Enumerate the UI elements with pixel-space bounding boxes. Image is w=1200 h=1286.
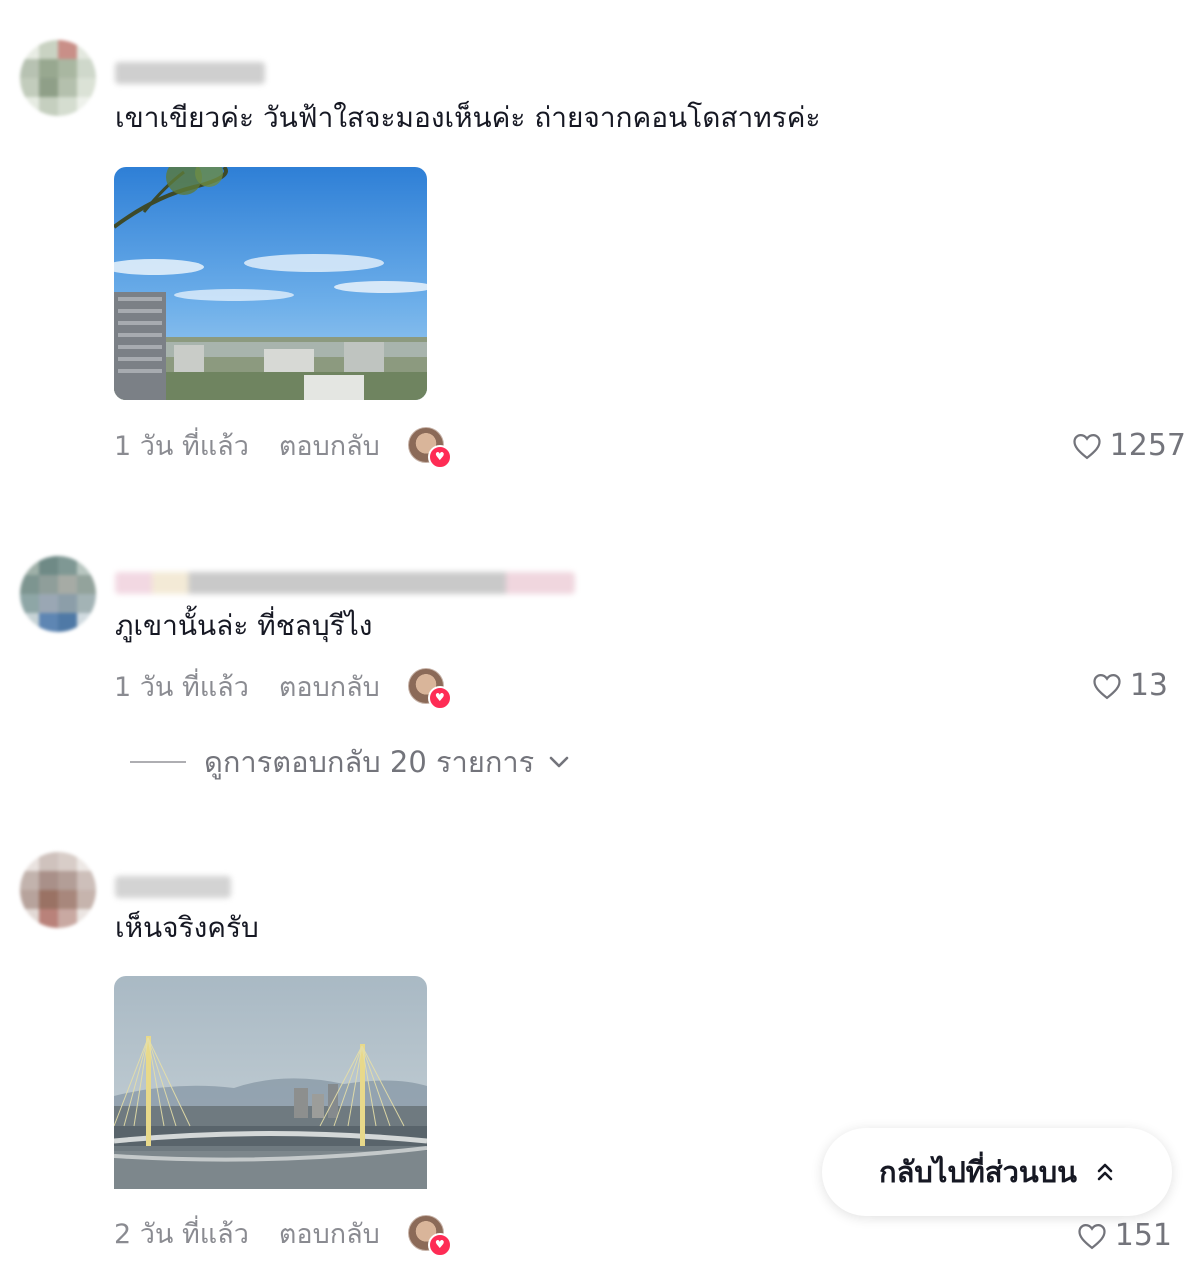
chevron-down-icon bbox=[549, 756, 569, 768]
creator-liked-avatar: ♥ bbox=[407, 668, 452, 710]
avatar[interactable] bbox=[20, 852, 96, 928]
back-to-top-label: กลับไปที่ส่วนบน bbox=[879, 1155, 1077, 1189]
comment-time: 2 วัน ที่แล้ว bbox=[114, 1218, 249, 1250]
comment-text: ภูเขานั้นล่ะ ที่ชลบุรีไง bbox=[115, 609, 373, 642]
username-blurred[interactable] bbox=[115, 572, 575, 594]
reply-button[interactable]: ตอบกลับ bbox=[279, 1212, 380, 1255]
avatar[interactable] bbox=[20, 556, 96, 632]
reply-button[interactable]: ตอบกลับ bbox=[279, 424, 380, 467]
username-blurred[interactable] bbox=[115, 62, 265, 84]
view-replies-button[interactable]: ดูการตอบกลับ 20 รายการ bbox=[130, 742, 570, 782]
username-blurred[interactable] bbox=[115, 876, 231, 898]
divider-line bbox=[130, 761, 186, 763]
avatar[interactable] bbox=[20, 40, 96, 116]
like-button[interactable]: 13 bbox=[1092, 668, 1168, 703]
reply-button[interactable]: ตอบกลับ bbox=[279, 665, 380, 708]
city-skyline-image bbox=[114, 167, 427, 400]
like-count: 1257 bbox=[1109, 428, 1186, 463]
like-button[interactable]: 1257 bbox=[1072, 428, 1186, 463]
heart-outline-icon bbox=[1093, 673, 1121, 699]
heart-badge-icon: ♥ bbox=[427, 1233, 452, 1257]
comment-photo-city[interactable] bbox=[114, 167, 427, 400]
view-replies-label: ดูการตอบกลับ 20 รายการ bbox=[204, 745, 535, 779]
double-chevron-up-icon bbox=[1097, 1163, 1113, 1181]
heart-badge-icon: ♥ bbox=[427, 445, 452, 469]
back-to-top-button[interactable]: กลับไปที่ส่วนบน bbox=[822, 1128, 1172, 1216]
comment-text: เขาเขียวค่ะ วันฟ้าใสจะมองเห็นค่ะ ถ่ายจาก… bbox=[115, 101, 821, 134]
comment-text: เห็นจริงครับ bbox=[115, 911, 259, 944]
heart-badge-icon: ♥ bbox=[427, 686, 452, 710]
comment-meta: 2 วัน ที่แล้ว ตอบกลับ ♥ bbox=[114, 1212, 452, 1257]
heart-outline-icon bbox=[1078, 1223, 1106, 1249]
comment-photo-bridge[interactable] bbox=[114, 976, 427, 1209]
creator-liked-avatar: ♥ bbox=[407, 427, 452, 469]
comment-meta: 1 วัน ที่แล้ว ตอบกลับ ♥ bbox=[114, 424, 452, 469]
comment-meta: 1 วัน ที่แล้ว ตอบกลับ ♥ bbox=[114, 665, 452, 710]
bridge-skyline-image bbox=[114, 976, 427, 1189]
like-button[interactable]: 151 bbox=[1077, 1218, 1172, 1253]
comment-time: 1 วัน ที่แล้ว bbox=[114, 671, 249, 703]
heart-outline-icon bbox=[1073, 433, 1101, 459]
comment-time: 1 วัน ที่แล้ว bbox=[114, 430, 249, 462]
creator-liked-avatar: ♥ bbox=[407, 1215, 452, 1257]
like-count: 13 bbox=[1129, 668, 1168, 703]
like-count: 151 bbox=[1114, 1218, 1172, 1253]
